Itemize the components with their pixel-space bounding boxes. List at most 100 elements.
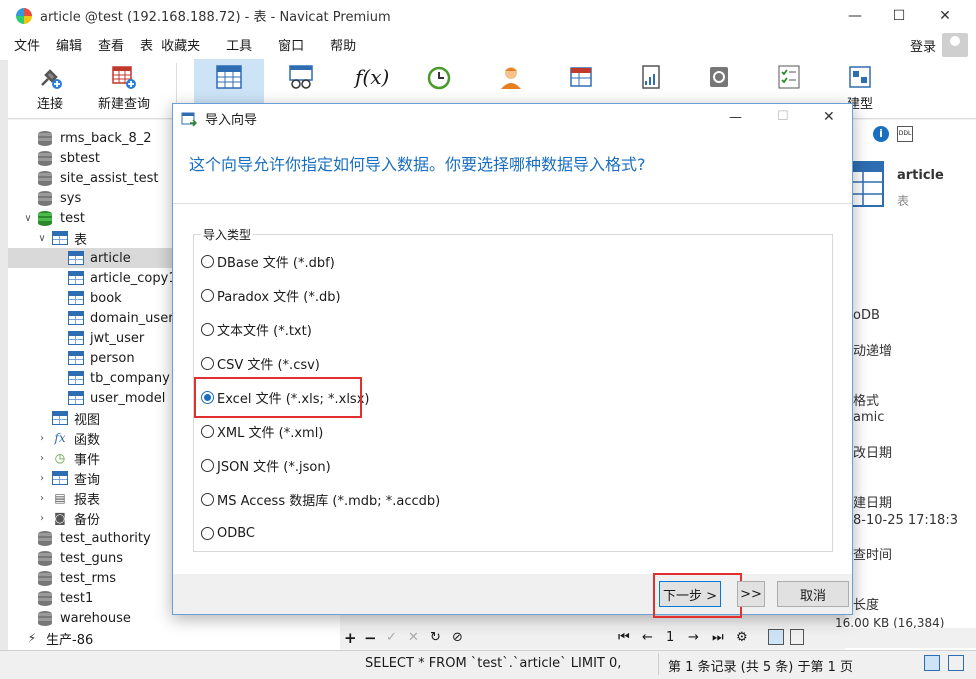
- minimize-button[interactable]: —: [832, 0, 878, 31]
- finish-skip-button[interactable]: >>: [737, 581, 765, 607]
- tree-table-jwt-user[interactable]: jwt_user: [68, 328, 144, 348]
- cancel-button[interactable]: 取消: [777, 581, 849, 607]
- grid-view-icon[interactable]: [768, 629, 784, 645]
- menu-file[interactable]: 文件: [6, 35, 48, 54]
- tree-db-sbtest[interactable]: sbtest: [38, 148, 100, 168]
- user-avatar-icon[interactable]: [942, 33, 968, 57]
- tree-folder-events[interactable]: › ◷ 事件: [36, 448, 100, 468]
- delete-record-icon[interactable]: −: [364, 629, 377, 647]
- tree-table-user-model[interactable]: user_model: [68, 388, 165, 408]
- radio-button[interactable]: [201, 322, 214, 336]
- radio-button[interactable]: [201, 288, 214, 302]
- radio-button[interactable]: [201, 526, 214, 540]
- menu-table[interactable]: 表: [132, 35, 161, 54]
- menu-view[interactable]: 查看: [90, 35, 132, 54]
- tree-table-book[interactable]: book: [68, 288, 122, 308]
- radio-button[interactable]: [201, 458, 214, 472]
- refresh-icon[interactable]: ↻: [430, 630, 441, 645]
- tree-db-site-assist[interactable]: site_assist_test: [38, 168, 158, 188]
- menu-edit[interactable]: 编辑: [48, 35, 90, 54]
- radio-button[interactable]: [201, 424, 214, 438]
- radio-button[interactable]: [201, 492, 214, 506]
- dialog-maximize-button[interactable]: ☐: [777, 109, 789, 124]
- tree-table-person[interactable]: person: [68, 348, 135, 368]
- close-button[interactable]: ✕: [922, 0, 968, 31]
- tree-db-test-authority[interactable]: test_authority: [38, 528, 151, 548]
- panel-toggle-right-icon[interactable]: [948, 655, 964, 671]
- form-view-icon[interactable]: [790, 629, 804, 645]
- maximize-button[interactable]: ☐: [876, 0, 922, 31]
- panel-toggle-left-icon[interactable]: [924, 655, 940, 671]
- tree-folder-queries[interactable]: › 查询: [36, 468, 100, 488]
- tree-folder-tables[interactable]: ∨ 表: [36, 228, 87, 248]
- settings-gear-icon[interactable]: ⚙: [736, 630, 748, 645]
- tree-db-test-rms[interactable]: test_rms: [38, 568, 116, 588]
- tree-label: tb_company: [90, 370, 170, 386]
- prev-page-icon[interactable]: ←: [642, 630, 653, 645]
- info-created-label: 建日期: [853, 496, 893, 511]
- menu-tools[interactable]: 工具: [218, 35, 260, 54]
- chevron-down-icon[interactable]: ∨: [22, 213, 34, 224]
- database-icon: [38, 590, 52, 606]
- tree-label: jwt_user: [90, 330, 145, 346]
- connect-button[interactable]: 连接: [22, 59, 78, 117]
- tree-conn-prod86[interactable]: ⚡ 生产-86: [24, 628, 93, 648]
- tree-folder-functions[interactable]: › fx 函数: [36, 428, 100, 448]
- option-label: MS Access 数据库 (*.mdb; *.accdb): [217, 493, 441, 509]
- option-label: CSV 文件 (*.csv): [217, 357, 320, 373]
- new-query-button[interactable]: 新建查询: [96, 59, 152, 117]
- option-ms-access[interactable]: MS Access 数据库 (*.mdb; *.accdb): [201, 489, 440, 509]
- tree-table-domain-user[interactable]: domain_user: [68, 308, 174, 328]
- dialog-close-button[interactable]: ✕: [823, 109, 835, 125]
- discard-icon[interactable]: ✕: [408, 630, 419, 645]
- menu-window[interactable]: 窗口: [270, 35, 312, 54]
- option-csv[interactable]: CSV 文件 (*.csv): [201, 353, 320, 373]
- chevron-right-icon[interactable]: ›: [36, 453, 48, 464]
- option-dbase[interactable]: DBase 文件 (*.dbf): [201, 251, 335, 271]
- tree-db-sys[interactable]: sys: [38, 188, 81, 208]
- table-icon: [68, 331, 84, 345]
- query-icon: [52, 471, 68, 485]
- last-page-icon[interactable]: ⏭: [712, 630, 724, 645]
- dialog-minimize-button[interactable]: —: [729, 110, 742, 125]
- info-auto-increment-label: 动递增: [853, 344, 893, 359]
- apply-icon[interactable]: ✓: [386, 630, 397, 645]
- add-record-icon[interactable]: +: [344, 629, 357, 647]
- tree-folder-reports[interactable]: › ▤ 报表: [36, 488, 100, 508]
- menu-favorites[interactable]: 收藏夹: [161, 35, 208, 54]
- tree-db-rms-back[interactable]: rms_back_8_2: [38, 128, 152, 148]
- tree-folder-views[interactable]: 视图: [52, 408, 100, 428]
- chevron-right-icon[interactable]: ›: [36, 513, 48, 524]
- tree-db-test1[interactable]: test1: [38, 588, 93, 608]
- option-paradox[interactable]: Paradox 文件 (*.db): [201, 285, 341, 305]
- chevron-right-icon[interactable]: ›: [36, 473, 48, 484]
- database-icon: [38, 550, 52, 566]
- login-link[interactable]: 登录: [910, 36, 936, 55]
- info-icon[interactable]: i: [873, 126, 889, 142]
- option-json[interactable]: JSON 文件 (*.json): [201, 455, 331, 475]
- option-text[interactable]: 文本文件 (*.txt): [201, 319, 312, 339]
- radio-button[interactable]: [201, 254, 214, 268]
- menu-help[interactable]: 帮助: [322, 35, 364, 54]
- chevron-right-icon[interactable]: ›: [36, 493, 48, 504]
- status-bar: SELECT * FROM `test`.`article` LIMIT 0, …: [0, 650, 976, 679]
- tree-db-test[interactable]: ∨ test: [22, 208, 85, 228]
- tree-folder-backups[interactable]: › ◙ 备份: [36, 508, 100, 528]
- page-number-input[interactable]: 1: [666, 630, 674, 645]
- tree-db-warehouse[interactable]: warehouse: [38, 608, 131, 628]
- radio-button[interactable]: [201, 356, 214, 370]
- next-page-icon[interactable]: →: [688, 630, 699, 645]
- tree-label: site_assist_test: [60, 170, 159, 186]
- stop-icon[interactable]: ⊘: [452, 630, 463, 645]
- chevron-down-icon[interactable]: ∨: [36, 233, 48, 244]
- tree-table-tb-company[interactable]: tb_company: [68, 368, 170, 388]
- tree-table-article-copy1[interactable]: article_copy1: [68, 268, 177, 288]
- chevron-right-icon[interactable]: ›: [36, 433, 48, 444]
- option-odbc[interactable]: ODBC: [201, 523, 255, 543]
- tree-db-test-guns[interactable]: test_guns: [38, 548, 123, 568]
- report-icon: ▤: [54, 491, 66, 505]
- option-xml[interactable]: XML 文件 (*.xml): [201, 421, 323, 441]
- info-engine-value: oDB: [853, 308, 880, 323]
- ddl-icon[interactable]: DDL: [897, 126, 913, 142]
- first-page-icon[interactable]: ⏮: [618, 630, 630, 645]
